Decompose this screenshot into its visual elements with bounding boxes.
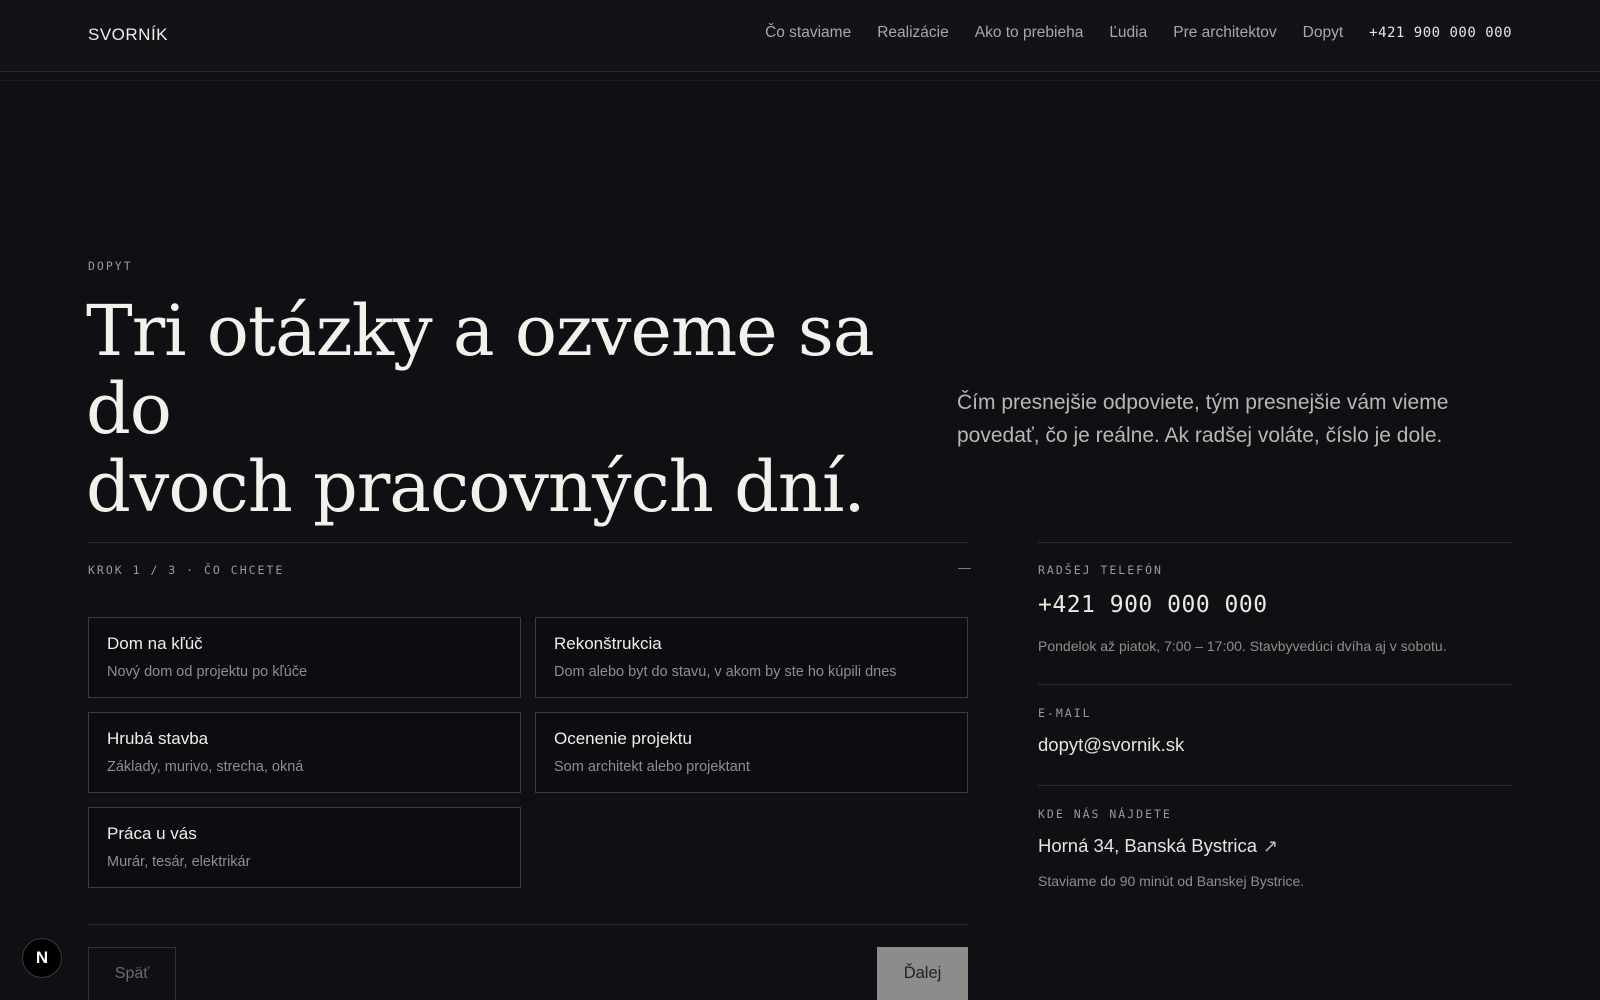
logo[interactable]: SVORNÍK: [88, 25, 168, 45]
option-dom-na-kluc[interactable]: Dom na kľúč Nový dom od projektu po kľúč…: [88, 617, 521, 698]
step-label: KROK 1 / 3 · ČO CHCETE: [88, 563, 285, 577]
back-button[interactable]: Späť: [88, 947, 176, 1000]
dev-tools-badge[interactable]: N: [22, 938, 62, 978]
nav-item-realizacie[interactable]: Realizácie: [877, 24, 949, 42]
address-link[interactable]: Horná 34, Banská Bystrica ↗: [1038, 835, 1278, 857]
next-button[interactable]: Ďalej: [877, 947, 968, 1000]
option-title: Práca u vás: [107, 824, 197, 843]
option-rekonstrukcia[interactable]: Rekonštrukcia Dom alebo byt do stavu, v …: [535, 617, 968, 698]
option-desc: Murár, tesár, elektrikár: [107, 854, 251, 870]
header-divider: [0, 80, 1600, 81]
option-title: Rekonštrukcia: [554, 634, 662, 653]
section-eyebrow: DOPYT: [88, 259, 133, 273]
option-title: Ocenenie projektu: [554, 729, 692, 748]
email-label: E-MAIL: [1038, 706, 1092, 720]
option-desc: Dom alebo byt do stavu, v akom by ste ho…: [554, 664, 897, 680]
nav-item-ludia[interactable]: Ľudia: [1109, 24, 1147, 42]
hero-subtitle: Čím presnejšie odpoviete, tým presnejšie…: [957, 391, 1449, 447]
option-title: Hrubá stavba: [107, 729, 209, 748]
form-divider-bottom: [88, 924, 968, 925]
phone-hours-note: Pondelok až piatok, 7:00 – 17:00. Stavby…: [1038, 638, 1447, 654]
contact-phone-link[interactable]: +421 900 000 000: [1038, 592, 1268, 618]
nav-item-pre-architektov[interactable]: Pre architektov: [1173, 24, 1276, 42]
contact-divider: [1038, 785, 1512, 786]
form-divider-top: [88, 542, 968, 543]
email-link[interactable]: dopyt@svornik.sk: [1038, 734, 1184, 756]
contact-divider: [1038, 542, 1512, 543]
page-title-line-1: Tri otázky a ozveme sa do: [86, 290, 875, 450]
phone-label: RADŠEJ TELEFÓN: [1038, 563, 1163, 577]
option-ocenenie-projektu[interactable]: Ocenenie projektu Som architekt alebo pr…: [535, 712, 968, 793]
address-text: Horná 34, Banská Bystrica: [1038, 835, 1258, 856]
option-desc: Som architekt alebo projektant: [554, 759, 750, 775]
option-praca-u-vas[interactable]: Práca u vás Murár, tesár, elektrikár: [88, 807, 521, 888]
nav-phone-link[interactable]: +421 900 000 000: [1369, 25, 1512, 41]
option-grid: Dom na kľúč Nový dom od projektu po kľúč…: [88, 617, 968, 888]
option-desc: Základy, murivo, strecha, okná: [107, 759, 304, 775]
nav-item-co-staviame[interactable]: Čo staviame: [765, 24, 851, 42]
address-label: KDE NÁS NÁJDETE: [1038, 807, 1172, 821]
option-hruba-stavba[interactable]: Hrubá stavba Základy, murivo, strecha, o…: [88, 712, 521, 793]
site-header: SVORNÍK Čo staviame Realizácie Ako to pr…: [0, 0, 1600, 72]
step-dash: —: [958, 560, 971, 575]
arrow-up-right-icon: ↗: [1263, 836, 1279, 856]
main-nav: Čo staviame Realizácie Ako to prebieha Ľ…: [765, 24, 1512, 42]
address-note: Staviame do 90 minút od Banskej Bystrice…: [1038, 873, 1305, 889]
nav-item-dopyt[interactable]: Dopyt: [1303, 24, 1344, 42]
page-title: Tri otázky a ozveme sa do dvoch pracovný…: [86, 292, 906, 526]
option-desc: Nový dom od projektu po kľúče: [107, 664, 308, 680]
nav-item-ako-to-prebieha[interactable]: Ako to prebieha: [975, 24, 1084, 42]
contact-divider: [1038, 684, 1512, 685]
option-title: Dom na kľúč: [107, 634, 203, 653]
page-title-line-2: dvoch pracovných dní.: [86, 446, 866, 528]
